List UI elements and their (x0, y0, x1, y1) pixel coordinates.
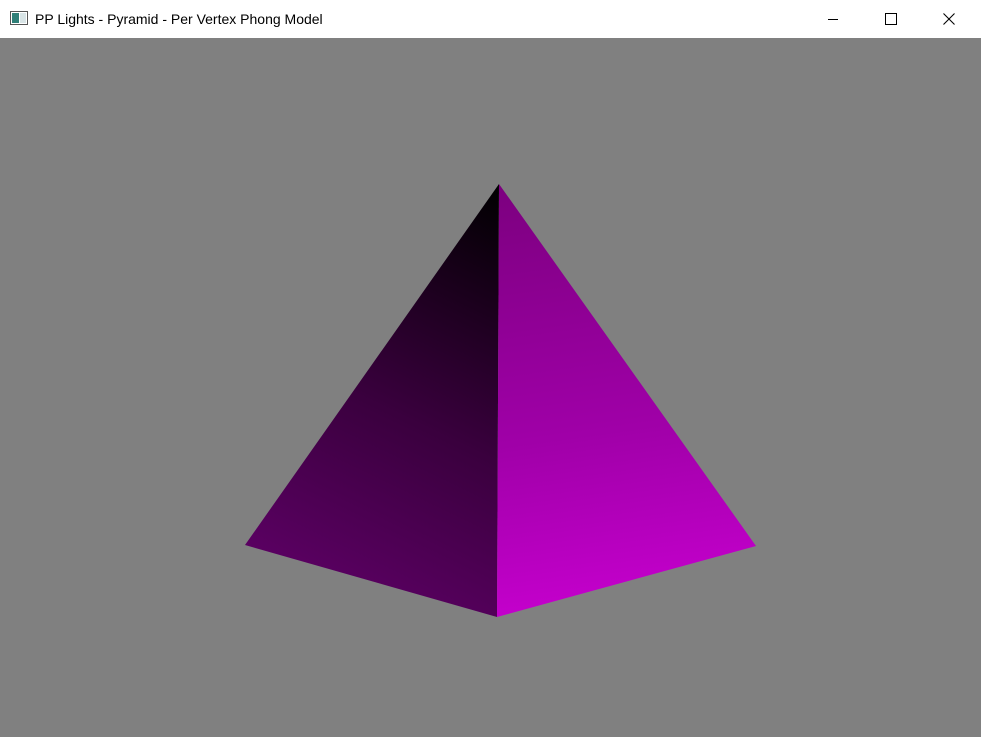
pyramid-scene (245, 184, 756, 617)
pyramid-left-face (245, 184, 499, 617)
app-window-icon (10, 11, 28, 25)
minimize-button[interactable] (804, 0, 862, 38)
close-icon (943, 13, 955, 25)
close-button[interactable] (920, 0, 978, 38)
maximize-icon (885, 13, 897, 25)
app-window: PP Lights - Pyramid - Per Vertex Phong M… (0, 0, 984, 737)
maximize-button[interactable] (862, 0, 920, 38)
minimize-icon (827, 13, 839, 25)
render-viewport[interactable] (0, 38, 981, 737)
window-title: PP Lights - Pyramid - Per Vertex Phong M… (35, 11, 323, 27)
title-bar[interactable]: PP Lights - Pyramid - Per Vertex Phong M… (0, 0, 984, 38)
pyramid-right-face (497, 184, 756, 617)
